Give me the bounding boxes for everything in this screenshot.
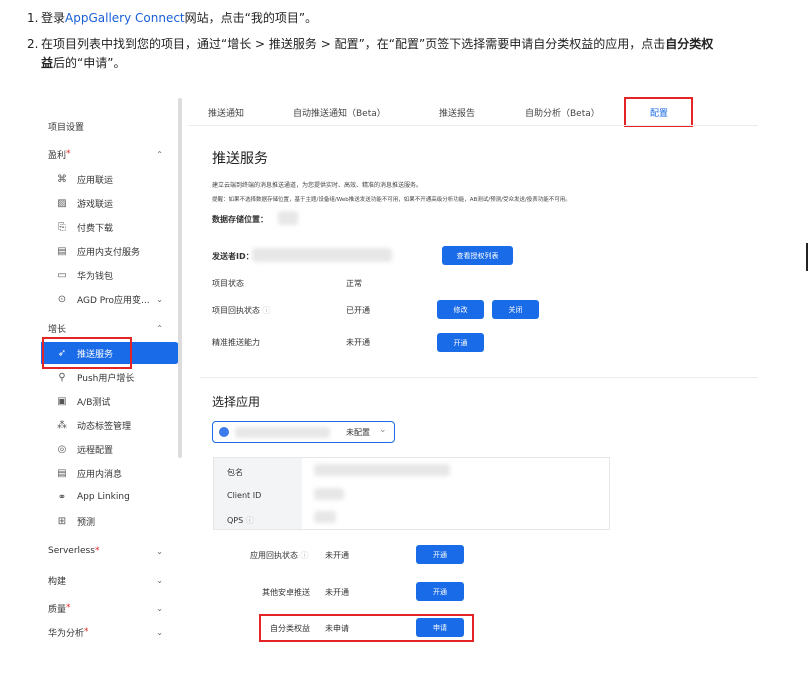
- other-android-push-value: 未开通: [325, 588, 349, 597]
- app-select-dropdown[interactable]: 未配置 ⌄: [212, 421, 395, 443]
- wallet-icon: ▭: [57, 269, 67, 281]
- push-desc-1: 建立云端到终端的消息推送通道，为您提供实时、高效、精准的消息推送服务。: [212, 182, 423, 189]
- agc-link[interactable]: AppGallery Connect: [65, 11, 185, 25]
- chevron-down-icon: ⌄: [156, 627, 163, 637]
- self-classification-value: 未申请: [325, 624, 349, 633]
- sidebar-item-ab-test[interactable]: ▣ A/B测试: [41, 390, 179, 412]
- prediction-icon: ⊞: [57, 515, 67, 527]
- package-label: 包名: [227, 468, 243, 477]
- sidebar-item-app-linking[interactable]: ⚭ App Linking: [41, 486, 179, 508]
- qps-label: QPS ⓘ: [227, 516, 254, 525]
- section-divider: [200, 377, 758, 378]
- chain-link-icon: ⚭: [57, 491, 67, 503]
- storage-value-redacted: [278, 211, 298, 225]
- client-id-label: Client ID: [227, 491, 262, 500]
- payment-icon: ▤: [57, 245, 67, 257]
- download-icon: ⎘: [58, 221, 66, 233]
- step-1: 1. 登录AppGallery Connect网站，点击“我的项目”。: [27, 11, 318, 25]
- chart-icon: ▨: [57, 197, 67, 209]
- sidebar-item-in-app-messaging[interactable]: ▤ 应用内消息: [41, 462, 179, 484]
- tab-auto-push[interactable]: 自动推送通知（Beta）: [293, 106, 386, 119]
- app-receipt-value: 未开通: [325, 551, 349, 560]
- edit-button[interactable]: 修改: [437, 300, 484, 319]
- close-button[interactable]: 关闭: [492, 300, 539, 319]
- app-icon: [219, 427, 229, 437]
- sidebar-group-monetize[interactable]: 盈利 * ⌃: [41, 143, 179, 165]
- highlight-push-item: [42, 337, 132, 369]
- user-growth-icon: ⚲: [58, 371, 66, 383]
- chevron-down-icon: ⌄: [156, 575, 163, 585]
- qps-value-redacted: [314, 511, 336, 523]
- sidebar-group-build[interactable]: 构建 ⌄: [41, 569, 179, 591]
- chevron-down-icon: ⌄: [156, 294, 163, 304]
- sidebar-group-growth[interactable]: 增长 ⌃: [41, 317, 179, 339]
- play-icon: ⊙: [57, 293, 67, 305]
- app-receipt-label: 应用回执状态 ⓘ: [250, 551, 309, 560]
- help-icon: ⓘ: [300, 551, 309, 560]
- sidebar-group-serverless[interactable]: Serverless * ⌄: [41, 540, 179, 562]
- precise-push-value: 未开通: [346, 338, 370, 347]
- client-id-value-redacted: [314, 488, 344, 500]
- receipt-status-value: 已开通: [346, 306, 370, 315]
- sidebar-item-wallet[interactable]: ▭ 华为钱包: [41, 264, 179, 286]
- push-title: 推送服务: [212, 151, 268, 167]
- chevron-up-icon: ⌃: [156, 323, 163, 333]
- chevron-down-icon: ⌄: [156, 603, 163, 613]
- tab-self-analysis[interactable]: 自助分析（Beta）: [525, 106, 600, 119]
- chevron-up-icon: ⌃: [156, 149, 163, 159]
- push-desc-2: 提醒：如果不选择数据存储位置，基于主题/设备组/Web推送发送功能不可用，如果不…: [212, 197, 571, 203]
- other-android-push-label: 其他安卓推送: [262, 588, 310, 597]
- chevron-down-icon: ⌄: [379, 425, 387, 435]
- app-name-redacted: [235, 427, 330, 438]
- text-cursor: [806, 243, 808, 271]
- apply-button[interactable]: 申请: [416, 618, 464, 637]
- tab-divider: [188, 125, 758, 126]
- sidebar-item-agd-pro[interactable]: ⊙ AGD Pro应用变... ⌄: [41, 288, 179, 310]
- sidebar-item-push-growth[interactable]: ⚲ Push用户增长: [41, 366, 179, 388]
- package-value-redacted: [314, 464, 450, 476]
- enable-precise-button[interactable]: 开通: [437, 333, 484, 352]
- link-icon: ⌘: [57, 173, 67, 185]
- sender-label: 发送者ID：: [212, 252, 254, 261]
- chevron-down-icon: ⌄: [156, 546, 163, 556]
- project-status-value: 正常: [346, 279, 362, 288]
- tab-push-report[interactable]: 推送报告: [439, 106, 475, 119]
- storage-label: 数据存储位置：: [212, 215, 268, 224]
- sidebar-item-remote-config[interactable]: ◎ 远程配置: [41, 438, 179, 460]
- app-info-table: 包名 Client ID QPS ⓘ: [213, 457, 610, 530]
- message-icon: ▤: [57, 467, 67, 479]
- sender-value-redacted: [252, 248, 392, 262]
- help-icon: ⓘ: [262, 306, 271, 315]
- app-config-status: 未配置: [346, 428, 370, 437]
- receipt-status-label: 项目回执状态 ⓘ: [212, 306, 271, 315]
- self-classification-label: 自分类权益: [270, 624, 310, 633]
- wifi-icon: ◎: [57, 443, 67, 455]
- sidebar-item-dynamic-tags[interactable]: ⁂ 动态标签管理: [41, 414, 179, 436]
- enable-other-push-button[interactable]: 开通: [416, 582, 464, 601]
- tab-push-notification[interactable]: 推送通知: [208, 106, 244, 119]
- sidebar-scrollbar[interactable]: [178, 98, 182, 458]
- sidebar-group-analytics[interactable]: 华为分析 * ⌄: [41, 625, 179, 639]
- sidebar-item-iap[interactable]: ▤ 应用内支付服务: [41, 240, 179, 262]
- precise-push-label: 精准推送能力: [212, 338, 260, 347]
- help-icon: ⓘ: [245, 516, 254, 525]
- sidebar-item-prediction[interactable]: ⊞ 预测: [41, 510, 179, 532]
- step-2: 2. 在项目列表中找到您的项目，通过“增长 > 推送服务 > 配置”，在“配置”页…: [27, 37, 714, 51]
- view-permission-button[interactable]: 查看授权列表: [442, 246, 513, 265]
- ab-test-icon: ▣: [57, 395, 67, 407]
- sidebar-group-quality[interactable]: 质量 * ⌄: [41, 597, 179, 619]
- highlight-config-tab: [624, 97, 693, 127]
- tags-icon: ⁂: [57, 419, 67, 431]
- sidebar-item-paid-download[interactable]: ⎘ 付费下载: [41, 216, 179, 238]
- enable-app-receipt-button[interactable]: 开通: [416, 545, 464, 564]
- sidebar-item-app-operation[interactable]: ⌘ 应用联运: [41, 168, 179, 190]
- project-status-label: 项目状态: [212, 279, 244, 288]
- step-2-cont: 益后的“申请”。: [41, 56, 126, 70]
- sidebar-item-game-operation[interactable]: ▨ 游戏联运: [41, 192, 179, 214]
- select-app-title: 选择应用: [212, 395, 261, 409]
- sidebar-project-settings[interactable]: 项目设置: [41, 115, 179, 137]
- sidebar: 项目设置 盈利 * ⌃ ⌘ 应用联运 ▨ 游戏联运 ⎘ 付费下载 ▤ 应用内支付服务 ▭ 华为…: [41, 98, 183, 658]
